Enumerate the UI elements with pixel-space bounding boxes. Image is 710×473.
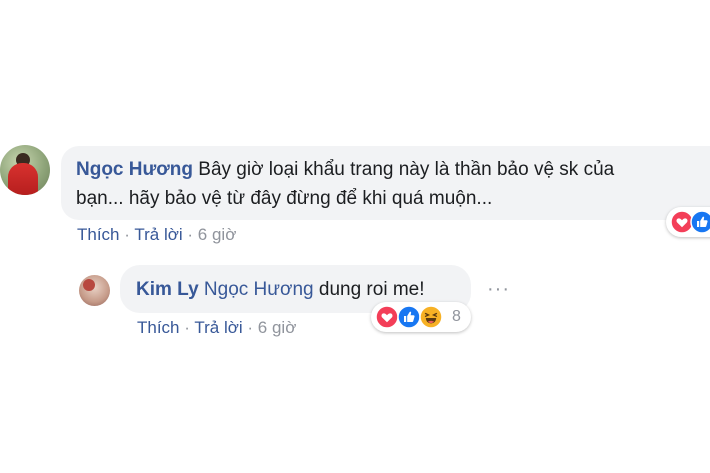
- reaction-count: 8: [452, 308, 461, 325]
- comment-text-line-1: Ngọc Hương Bây giờ loại khẩu trang này l…: [76, 159, 614, 181]
- reply-avatar[interactable]: [79, 275, 110, 306]
- love-reaction-icon: [375, 305, 399, 329]
- like-reaction-icon: [690, 210, 710, 234]
- avatar-detail: [83, 279, 95, 291]
- reply-mention[interactable]: Ngọc Hương: [204, 279, 314, 300]
- separator: ·: [184, 318, 190, 337]
- comment-text-line-2: bạn... hãy bảo vệ từ đây đừng để khi quá…: [76, 188, 493, 209]
- timestamp[interactable]: 6 giờ: [198, 225, 237, 244]
- like-link[interactable]: Thích: [77, 225, 120, 244]
- comment-bubble: Ngọc Hương Bây giờ loại khẩu trang này l…: [61, 146, 710, 220]
- comment-author[interactable]: Ngọc Hương: [76, 159, 193, 180]
- reply-reactions-summary[interactable]: 8: [371, 302, 471, 332]
- timestamp[interactable]: 6 giờ: [258, 318, 297, 337]
- like-link[interactable]: Thích: [137, 318, 180, 337]
- avatar-figure: [8, 163, 38, 195]
- reply-link[interactable]: Trả lời: [194, 318, 242, 337]
- avatar[interactable]: [0, 145, 50, 195]
- comment-actions: Thích · Trả lời · 6 giờ: [77, 225, 236, 245]
- like-reaction-icon: [397, 305, 421, 329]
- separator: ·: [187, 225, 194, 244]
- reply-author[interactable]: Kim Ly: [136, 279, 199, 300]
- reply-actions: Thích · Trả lời · 6 giờ: [137, 318, 296, 338]
- comment-text: Bây giờ loại khẩu trang này là thần bảo …: [198, 159, 615, 180]
- comment-thread: Ngọc Hương Bây giờ loại khẩu trang này l…: [0, 0, 710, 473]
- reactions-summary[interactable]: [666, 207, 710, 237]
- separator: ·: [124, 225, 130, 244]
- reply-link[interactable]: Trả lời: [134, 225, 182, 244]
- reply-text: dung roi me!: [318, 279, 425, 300]
- separator: ·: [247, 318, 254, 337]
- reply-text-line: Kim Ly Ngọc Hương dung roi me!: [136, 279, 425, 301]
- more-options-icon[interactable]: ···: [487, 278, 510, 301]
- haha-reaction-icon: [419, 305, 443, 329]
